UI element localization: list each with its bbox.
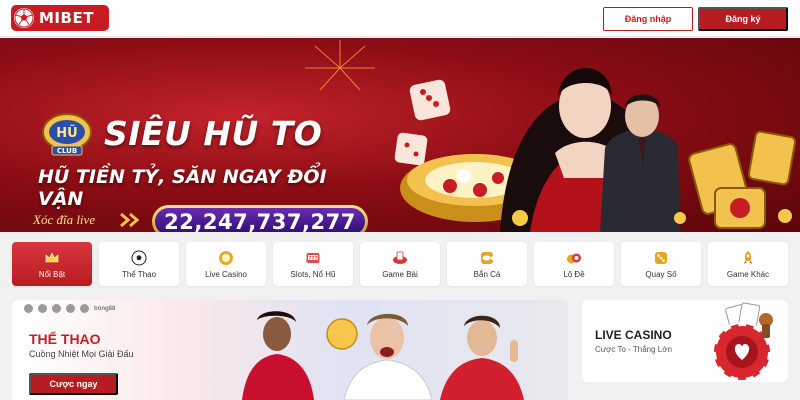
category-label: Live Casino	[205, 269, 247, 279]
category-label: Game Bài	[382, 269, 418, 279]
category-label: Thể Thao	[121, 269, 157, 279]
partner-logo-icon	[80, 304, 89, 313]
hu-club-logo-top-text: HŨ	[56, 125, 77, 141]
partner-logo-icon	[38, 304, 47, 313]
jackpot-counter: 22,247,737,277	[152, 205, 368, 232]
hero-game-label: Xóc đĩa live	[33, 212, 96, 227]
poker-chip-icon	[219, 250, 233, 265]
hero-title: SIÊU HŨ TO	[104, 114, 323, 153]
cards-icon	[393, 251, 407, 264]
logo-text: MIBET	[39, 9, 94, 27]
category-slots[interactable]: 777 Slots, Nổ Hũ	[273, 242, 353, 286]
player-figure	[343, 313, 433, 400]
lottery-ball-icon	[567, 253, 581, 263]
live-casino-subtitle: Cược To - Thắng Lớn	[595, 345, 672, 354]
login-button[interactable]: Đăng nhập	[603, 7, 693, 31]
double-chevron-right-icon	[120, 212, 140, 228]
partner-logo-icon	[66, 304, 75, 313]
partner-logo-icon	[52, 304, 61, 313]
soccer-ball-icon	[14, 8, 34, 28]
player-figure	[440, 315, 524, 400]
partner-logo-icon	[24, 304, 33, 313]
player-figure	[242, 311, 314, 400]
rocket-icon	[743, 250, 753, 264]
top-header: MIBET Đăng nhập Đăng ký	[0, 0, 800, 37]
soccer-ball-icon	[326, 318, 358, 350]
fish-icon	[481, 251, 493, 264]
category-live-casino[interactable]: Live Casino	[186, 242, 266, 286]
sport-card-subtitle: Cuồng Nhiệt Mọi Giải Đấu	[29, 349, 134, 359]
register-button[interactable]: Đăng ký	[698, 7, 788, 31]
category-quay-so[interactable]: Quay Số	[621, 242, 701, 286]
category-nav: Nổi Bật Thể Thao Live Casino 777 Slots, …	[12, 242, 788, 286]
dice-icon	[655, 251, 667, 264]
svg-text:777: 777	[308, 255, 317, 261]
partner-logos: bóng88	[24, 304, 115, 313]
bet-now-button[interactable]: Cược ngay	[29, 373, 118, 395]
footballers-illustration	[242, 311, 524, 400]
hero-banner[interactable]: HŨ CLUB SIÊU HŨ TO HŨ TIỀN TỶ, SĂN NGAY …	[0, 38, 800, 232]
category-label: Nổi Bật	[38, 269, 66, 279]
category-label: Lô Đề	[563, 269, 585, 279]
category-label: Slots, Nổ Hũ	[290, 269, 336, 279]
slot-machine-icon: 777	[306, 252, 320, 263]
category-label: Bắn Cá	[473, 269, 501, 279]
dice-icon	[394, 79, 451, 166]
crown-icon	[45, 251, 59, 262]
hero-subtitle: HŨ TIỀN TỶ, SĂN NGAY ĐỔI VẬN	[38, 166, 327, 210]
poker-chip-icon	[712, 302, 773, 382]
category-lo-de[interactable]: Lô Đề	[534, 242, 614, 286]
category-label: Quay Số	[645, 269, 677, 279]
sport-card-title: THỂ THAO	[29, 331, 101, 347]
live-casino-title: LIVE CASINO	[595, 328, 672, 342]
category-game-khac[interactable]: Game Khác	[708, 242, 788, 286]
hero-illustration	[394, 68, 797, 232]
category-game-bai[interactable]: Game Bài	[360, 242, 440, 286]
category-label: Game Khác	[726, 269, 770, 279]
hu-club-logo: HŨ CLUB	[42, 113, 92, 156]
hu-club-logo-bottom-text: CLUB	[57, 147, 77, 155]
category-the-thao[interactable]: Thể Thao	[99, 242, 179, 286]
partner-tag: bóng88	[94, 305, 116, 312]
mibet-logo[interactable]: MIBET	[11, 5, 109, 31]
live-casino-card[interactable]: LIVE CASINO Cược To - Thắng Lớn	[582, 300, 788, 382]
soccer-ball-icon	[131, 250, 147, 265]
sport-promo-card[interactable]: bóng88 THỂ THAO Cuồng Nhiệt Mọi Giải Đấu…	[12, 300, 568, 400]
category-ban-ca[interactable]: Bắn Cá	[447, 242, 527, 286]
category-noi-bat[interactable]: Nổi Bật	[12, 242, 92, 286]
jackpot-value: 22,247,737,277	[155, 208, 365, 232]
